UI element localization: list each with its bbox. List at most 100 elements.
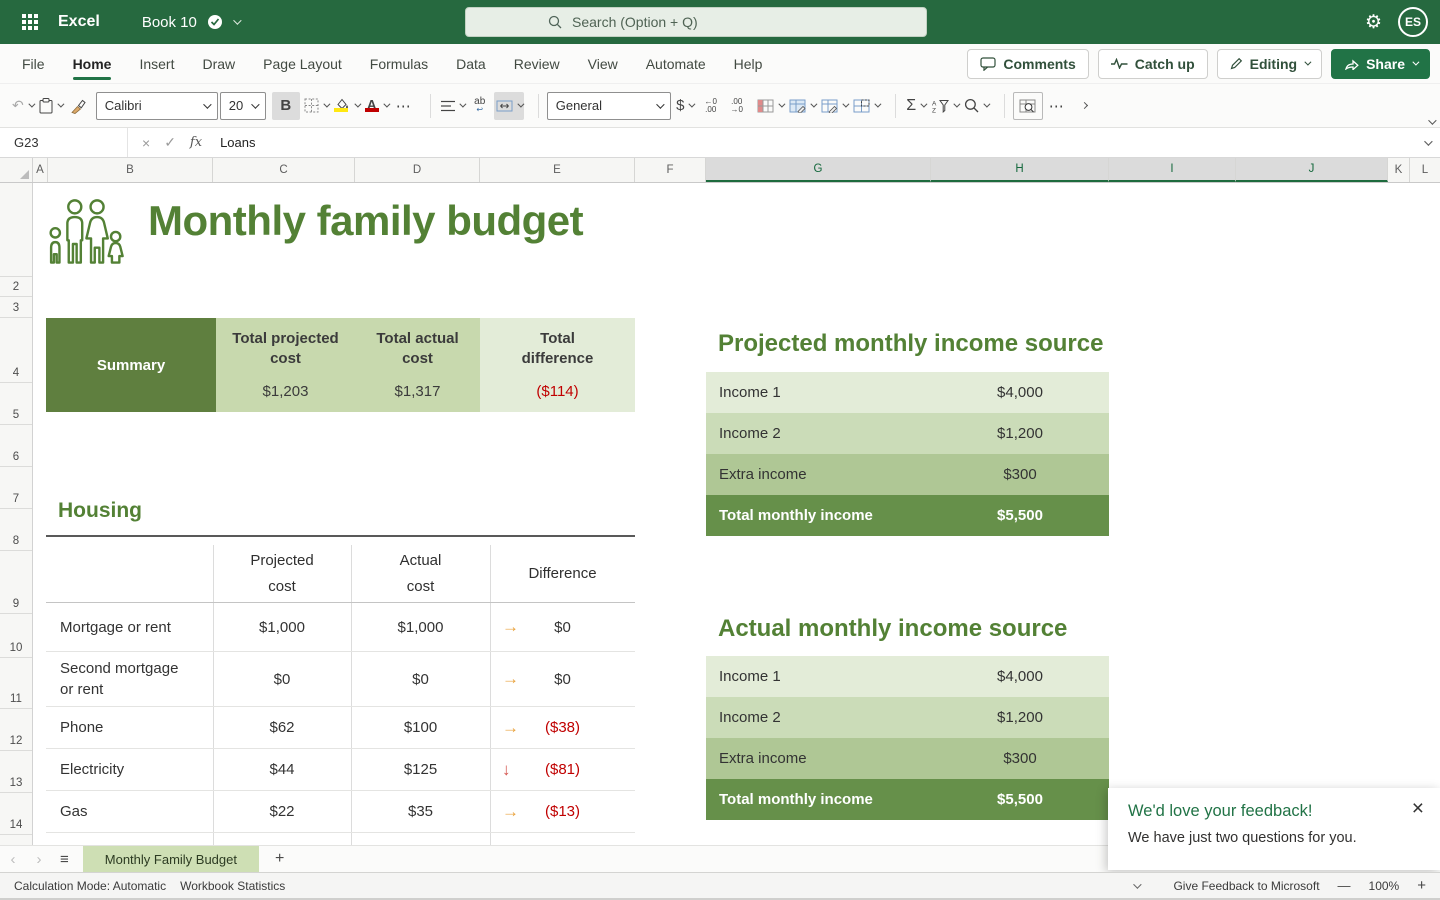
calculation-mode-status[interactable]: Calculation Mode: Automatic	[14, 879, 166, 893]
account-avatar[interactable]: ES	[1398, 7, 1428, 37]
table-row[interactable]: Income 2 $1,200	[706, 413, 1109, 454]
format-painter-button[interactable]	[66, 92, 90, 120]
row-header-11[interactable]: 11	[0, 658, 32, 709]
table-row[interactable]: Income 2 $1,200	[706, 697, 1109, 738]
summary-difference-cell[interactable]: Total difference ($114)	[480, 318, 635, 412]
row-header-14[interactable]: 14	[0, 793, 32, 835]
tab-page-layout[interactable]: Page Layout	[249, 44, 356, 84]
share-button[interactable]: Share	[1331, 49, 1430, 79]
insert-delete-cells-button[interactable]	[851, 92, 881, 120]
column-header-h[interactable]: H	[931, 158, 1109, 182]
undo-button[interactable]: ↶	[10, 92, 35, 120]
sheet-view-button[interactable]	[1013, 92, 1043, 120]
settings-gear-icon[interactable]: ⚙	[1365, 13, 1382, 32]
column-header-j[interactable]: J	[1236, 158, 1388, 182]
tab-review[interactable]: Review	[500, 44, 574, 84]
tab-data[interactable]: Data	[442, 44, 500, 84]
sheet-tab-monthly-family-budget[interactable]: Monthly Family Budget	[83, 846, 259, 872]
column-header-k[interactable]: K	[1388, 158, 1410, 182]
paste-button[interactable]	[37, 92, 64, 120]
table-row[interactable]: Total monthly income $5,500	[706, 779, 1109, 820]
toolbar-overflow-button[interactable]: ⋯	[1045, 92, 1069, 120]
summary-label-cell[interactable]: Summary	[46, 318, 216, 412]
column-header-c[interactable]: C	[213, 158, 355, 182]
column-header-g[interactable]: G	[706, 158, 931, 182]
table-row[interactable]: Mortgage or rent $1,000 $1,000 →$0	[46, 603, 635, 652]
font-name-select[interactable]: Calibri	[96, 92, 218, 120]
decrease-decimal-button[interactable]: .00→0	[725, 92, 749, 120]
catch-up-button[interactable]: Catch up	[1098, 49, 1208, 79]
zoom-in-button[interactable]: +	[1417, 877, 1426, 894]
projected-income-heading[interactable]: Projected monthly income source	[718, 330, 1103, 358]
expand-formula-bar-chevron-icon[interactable]	[1424, 137, 1432, 145]
close-icon[interactable]: ×	[1412, 798, 1424, 819]
table-row[interactable]: Income 1 $4,000	[706, 372, 1109, 413]
app-launcher-icon[interactable]	[22, 14, 26, 18]
row-header-4[interactable]: 4	[0, 318, 32, 383]
borders-button[interactable]	[302, 92, 330, 120]
find-button[interactable]	[962, 92, 990, 120]
give-feedback-link[interactable]: Give Feedback to Microsoft	[1173, 879, 1319, 893]
add-sheet-button[interactable]: +	[275, 850, 284, 868]
conditional-formatting-button[interactable]	[755, 92, 785, 120]
tab-formulas[interactable]: Formulas	[356, 44, 442, 84]
comments-button[interactable]: Comments	[967, 49, 1088, 79]
increase-decimal-button[interactable]: ←0.00	[699, 92, 723, 120]
wrap-text-button[interactable]: ab↩	[468, 92, 492, 120]
tab-help[interactable]: Help	[720, 44, 777, 84]
sort-filter-button[interactable]: AZ	[930, 92, 960, 120]
row-header-13[interactable]: 13	[0, 751, 32, 793]
table-row[interactable]: Extra income $300	[706, 738, 1109, 779]
column-header-e[interactable]: E	[480, 158, 635, 182]
select-all-corner[interactable]	[0, 158, 33, 182]
actual-income-heading[interactable]: Actual monthly income source	[718, 615, 1067, 643]
tab-insert[interactable]: Insert	[125, 44, 188, 84]
summary-projected-cell[interactable]: Total projected cost $1,203	[216, 318, 355, 412]
tab-home[interactable]: Home	[59, 44, 126, 84]
row-header-7[interactable]: 7	[0, 467, 32, 509]
table-row[interactable]: Income 1 $4,000	[706, 656, 1109, 697]
align-button[interactable]	[439, 92, 466, 120]
currency-format-button[interactable]: $	[673, 92, 697, 120]
worksheet-title-cell[interactable]: Monthly family budget	[148, 197, 583, 245]
font-color-button[interactable]: A	[363, 92, 390, 120]
table-row[interactable]: Phone $62 $100 →($38)	[46, 707, 635, 749]
row-header-6[interactable]: 6	[0, 425, 32, 467]
row-header-1[interactable]	[0, 183, 32, 277]
editing-mode-button[interactable]: Editing	[1217, 49, 1322, 79]
document-menu-chevron-icon[interactable]	[233, 16, 241, 24]
spreadsheet-grid[interactable]: 2 3 4 5 6 7 8 9 10 11 12 13 14 Monthly f…	[0, 183, 1440, 845]
save-status-icon[interactable]	[207, 14, 223, 30]
tab-draw[interactable]: Draw	[188, 44, 249, 84]
zoom-out-button[interactable]: —	[1338, 878, 1351, 893]
status-options-chevron-icon[interactable]	[1134, 880, 1142, 888]
zoom-level[interactable]: 100%	[1369, 879, 1400, 893]
insert-function-icon[interactable]: fx	[190, 135, 202, 150]
tab-automate[interactable]: Automate	[632, 44, 720, 84]
table-row[interactable]: Water and sewer $8 $8 →$0	[46, 833, 635, 845]
confirm-entry-icon[interactable]: ✓	[164, 134, 176, 151]
column-header-l[interactable]: L	[1410, 158, 1440, 182]
formula-content[interactable]: Loans	[220, 135, 255, 150]
row-header-9[interactable]: 9	[0, 551, 32, 614]
next-sheet-chevron-icon[interactable]: ›	[26, 851, 52, 868]
table-row[interactable]: Gas $22 $35 →($13)	[46, 791, 635, 833]
fill-color-button[interactable]	[332, 92, 361, 120]
table-row[interactable]: Total monthly income $5,500	[706, 495, 1109, 536]
row-header-5[interactable]: 5	[0, 383, 32, 425]
cell-styles-button[interactable]	[819, 92, 849, 120]
row-header-8[interactable]: 8	[0, 509, 32, 551]
column-header-b[interactable]: B	[48, 158, 213, 182]
housing-heading[interactable]: Housing	[58, 499, 142, 523]
column-header-f[interactable]: F	[635, 158, 706, 182]
cancel-entry-icon[interactable]: ×	[142, 135, 150, 151]
row-header-10[interactable]: 10	[0, 614, 32, 658]
collapse-ribbon-chevron-icon[interactable]	[1428, 116, 1436, 124]
column-header-a[interactable]: A	[33, 158, 48, 182]
workbook-statistics-button[interactable]: Workbook Statistics	[180, 879, 285, 893]
row-header-2[interactable]: 2	[0, 277, 32, 297]
merge-cells-button[interactable]	[494, 92, 524, 120]
autosum-button[interactable]: Σ	[904, 92, 928, 120]
expand-toolbar-button[interactable]	[1071, 92, 1095, 120]
number-format-select[interactable]: General	[547, 92, 671, 120]
